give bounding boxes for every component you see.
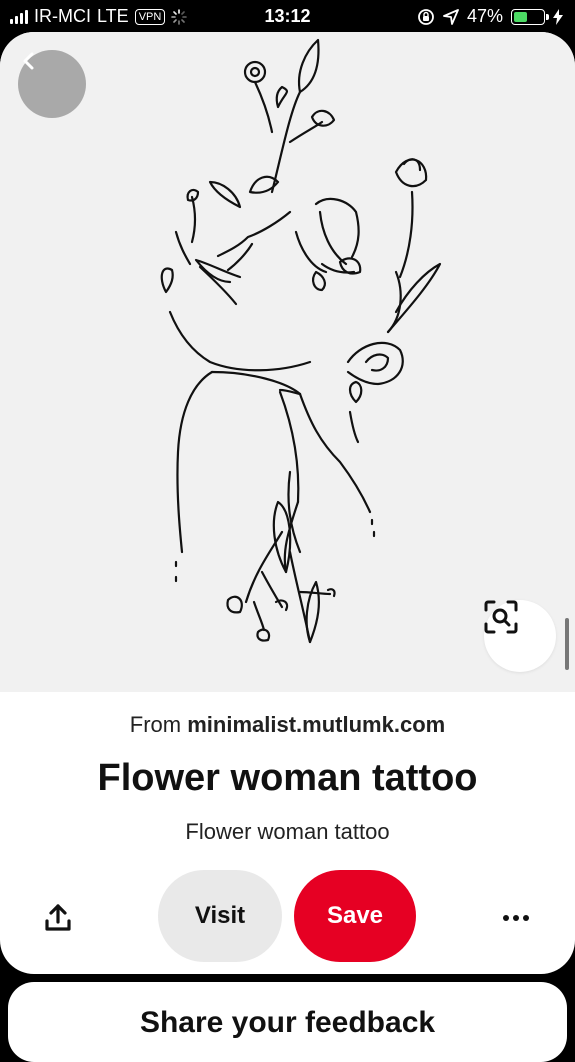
more-options-button[interactable] [494,898,538,938]
share-icon [45,904,71,931]
chevron-left-icon [23,52,34,70]
action-row: Visit Save [0,870,575,966]
feedback-card: Share your feedback [8,982,567,1062]
battery-fill [514,11,528,22]
rotation-lock-icon [418,8,434,25]
back-button[interactable] [18,50,86,118]
status-bar: IR-MCI LTE VPN 13:12 47% [0,0,575,32]
line-art-illustration [160,38,442,644]
more-icon [503,915,509,921]
visual-search-button[interactable] [484,600,556,672]
charging-icon [553,8,563,25]
share-button[interactable] [38,898,78,938]
pin-title: Flower woman tattoo [97,757,478,799]
pin-image[interactable] [0,32,575,692]
pin-card: From minimalist.mutlumk.com Flower woman… [0,32,575,974]
battery-percent: 47% [466,6,503,26]
source-link[interactable]: minimalist.mutlumk.com [187,712,445,737]
source-prefix: From [129,712,182,737]
battery-icon [511,8,549,25]
location-icon [443,8,459,25]
scrollbar[interactable] [565,618,569,670]
visual-search-icon [484,600,518,634]
source-line: From minimalist.mutlumk.com [0,712,575,738]
save-button[interactable]: Save [294,870,416,962]
feedback-title: Share your feedback [139,1006,436,1039]
pin-description: Flower woman tattoo [185,819,390,844]
status-right: 47% [417,6,563,27]
visit-button[interactable]: Visit [158,870,282,962]
